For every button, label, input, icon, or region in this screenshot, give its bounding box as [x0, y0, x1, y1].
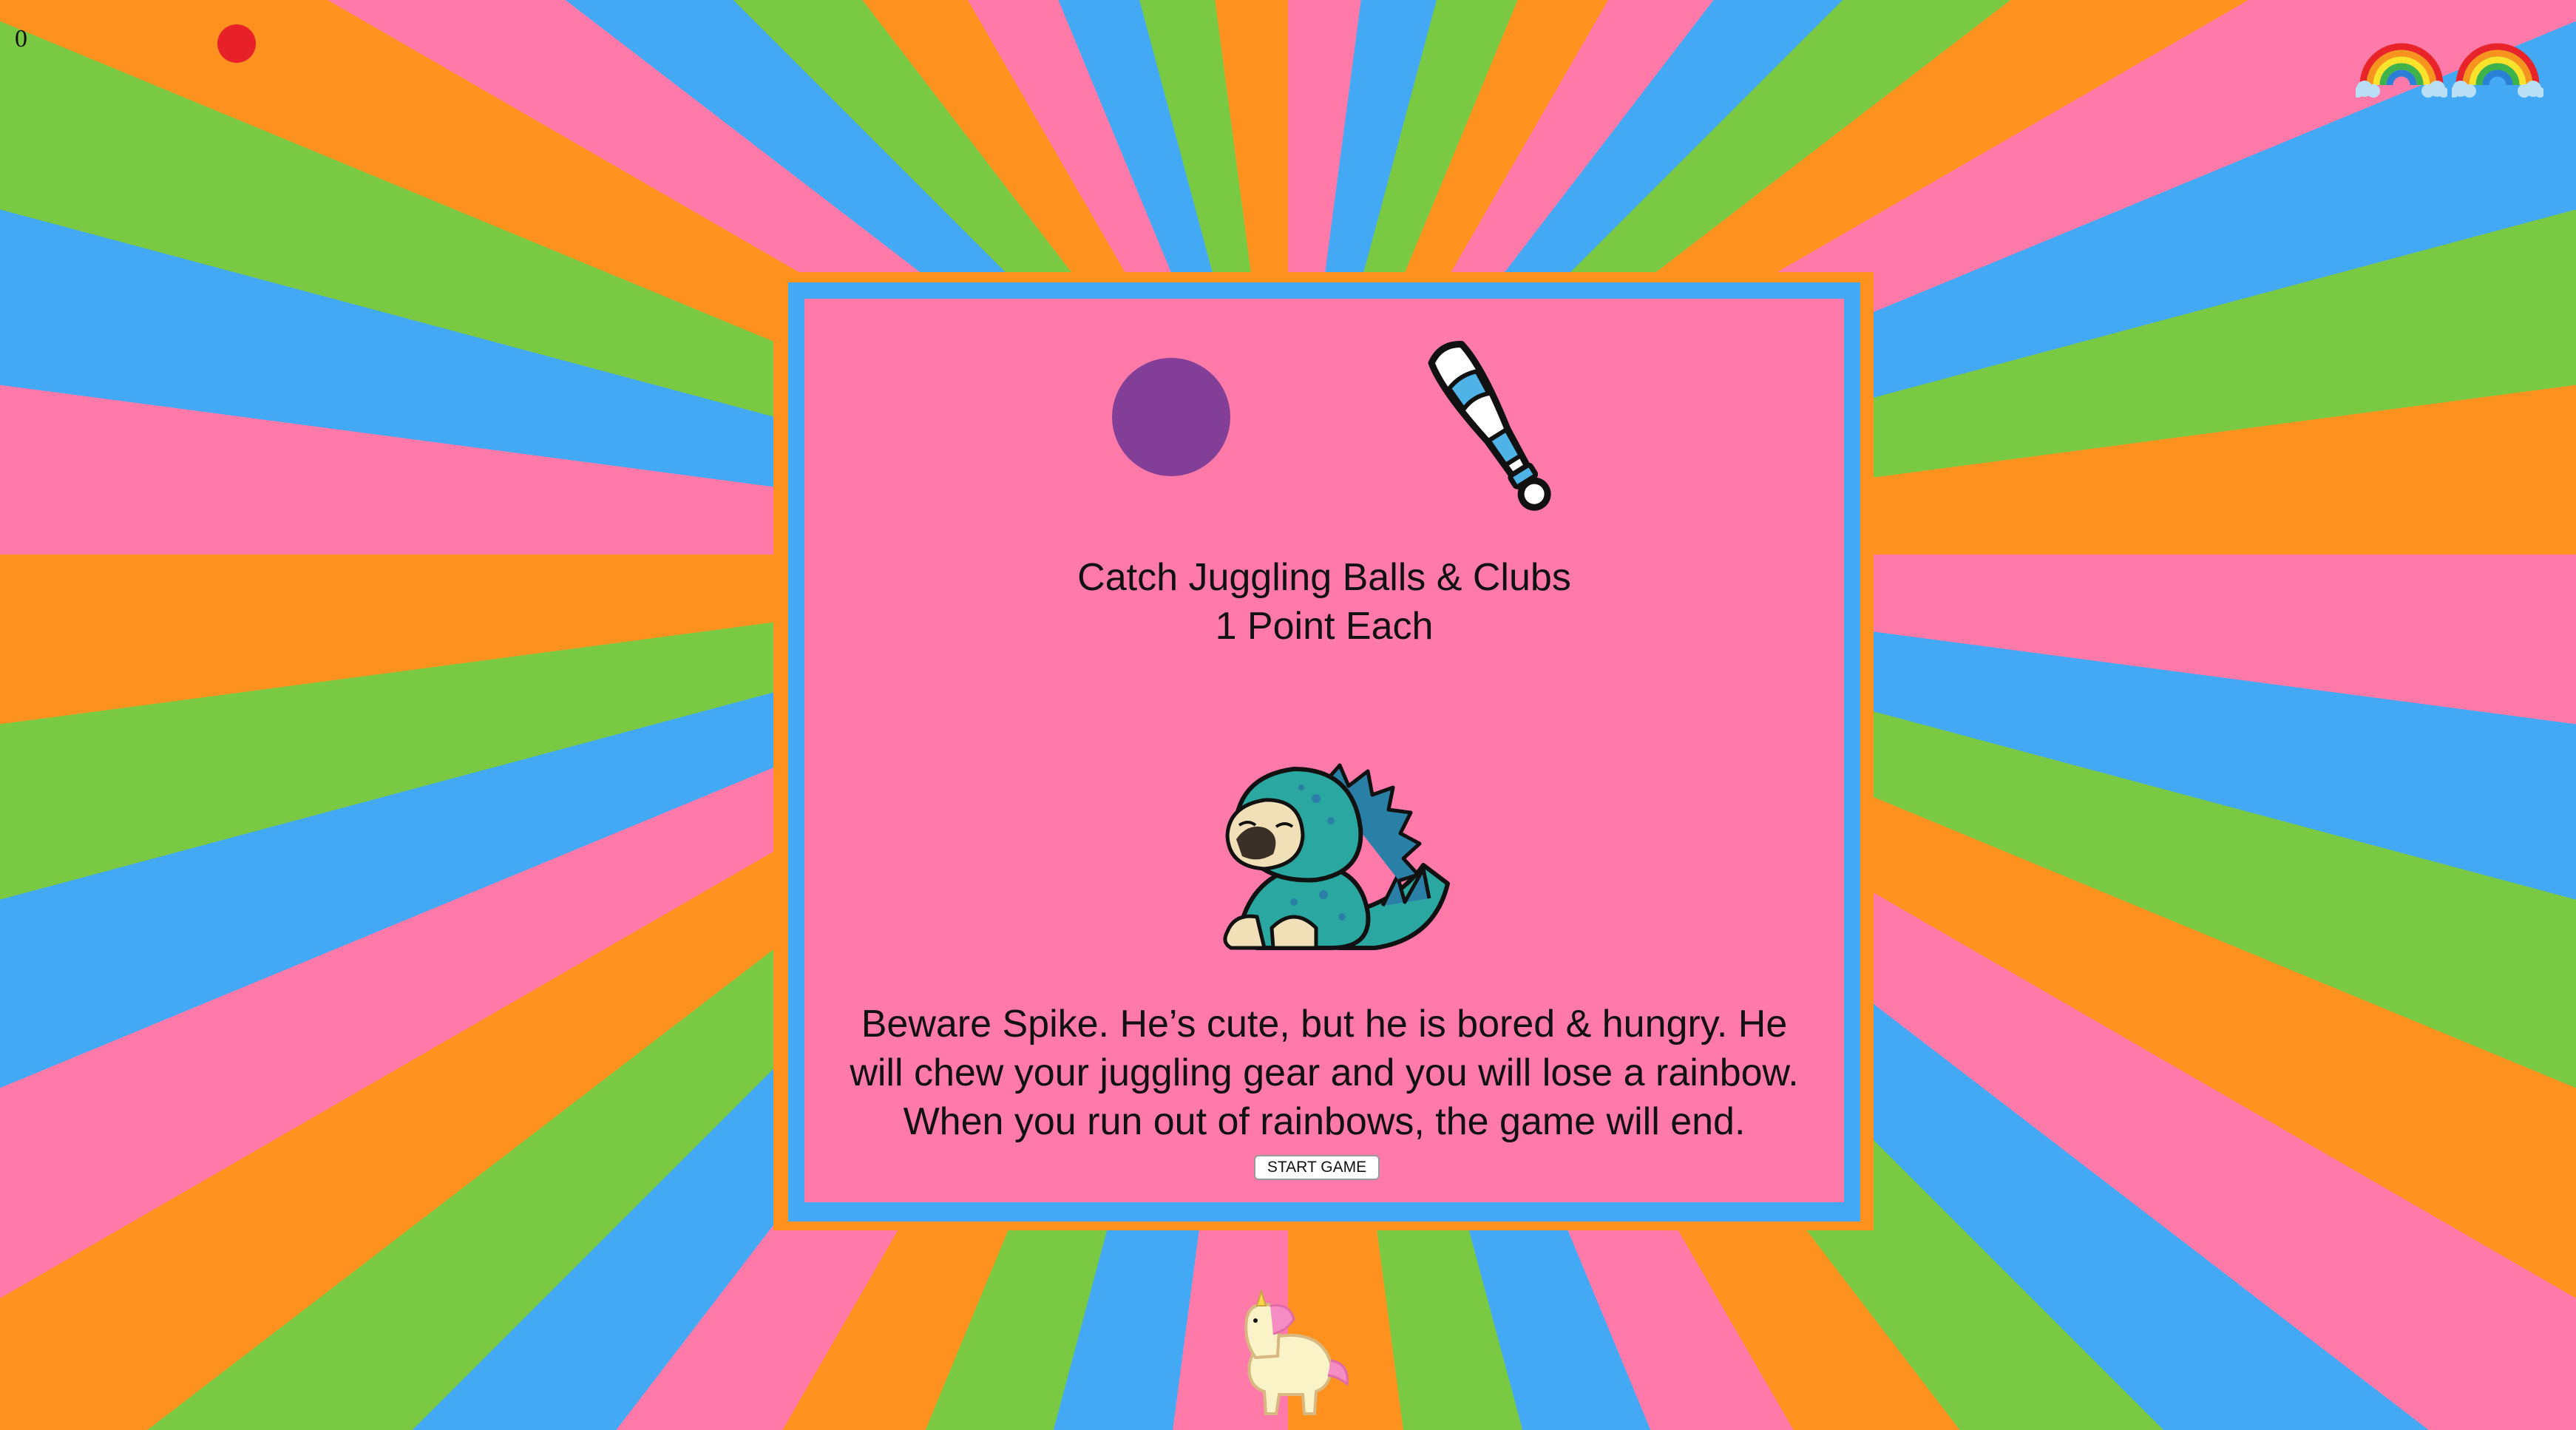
rainbow-icon: [2452, 43, 2543, 98]
headline-line: 1 Point Each: [1215, 605, 1434, 648]
warning-line: When you run out of rainbows, the game w…: [903, 1100, 1746, 1143]
score-counter: 0: [15, 25, 27, 52]
headline-line: Catch Juggling Balls & Clubs: [1077, 556, 1571, 599]
pug-dinosaur-icon: [1223, 763, 1450, 950]
warning-line: Beware Spike. He’s cute, but he is bored…: [861, 1003, 1788, 1046]
warning-line: will chew your juggling gear and you wil…: [850, 1051, 1799, 1094]
unicorn-icon[interactable]: [1227, 1290, 1353, 1417]
instructions-headline: Catch Juggling Balls & Clubs 1 Point Eac…: [804, 553, 1844, 651]
rainbow-icon: [2356, 43, 2447, 98]
juggling-ball-icon: [1112, 358, 1230, 476]
red-ball-indicator: [217, 24, 256, 63]
juggling-club-icon: [1428, 341, 1551, 511]
instructions-warning: Beware Spike. He’s cute, but he is bored…: [819, 1000, 1829, 1146]
lives-indicator: [2356, 15, 2548, 100]
start-game-button[interactable]: START GAME: [1254, 1155, 1380, 1180]
